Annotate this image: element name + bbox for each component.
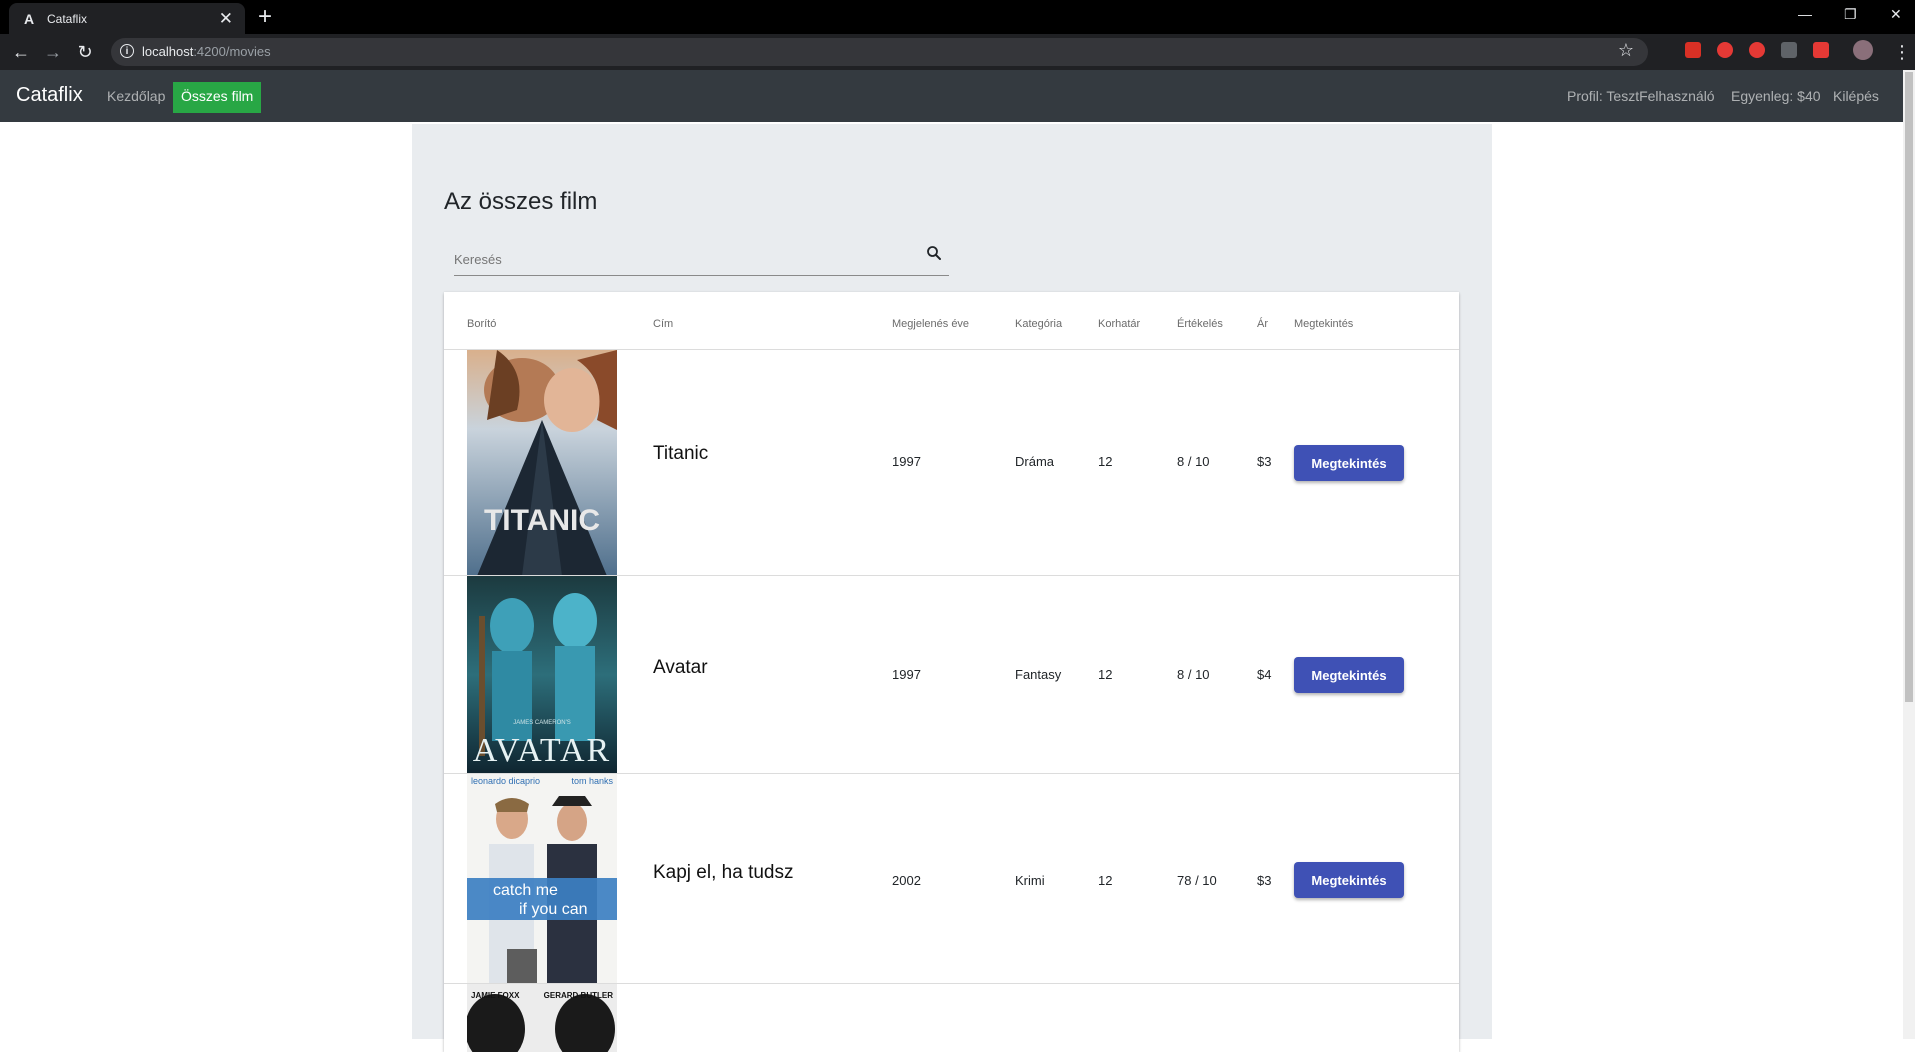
close-tab-icon[interactable]: ✕ xyxy=(219,10,233,27)
movie-year: 1997 xyxy=(892,667,921,682)
movies-table: Borító Cím Megjelenés éve Kategória Korh… xyxy=(444,292,1459,1052)
poster-actor-left: leonardo dicaprio xyxy=(471,776,540,786)
url-path: :4200/movies xyxy=(193,44,271,59)
header-category[interactable]: Kategória xyxy=(1015,318,1062,330)
header-cover[interactable]: Borító xyxy=(467,318,496,330)
header-rating[interactable]: Értékelés xyxy=(1177,318,1223,330)
watch-button[interactable]: Megtekintés xyxy=(1294,445,1404,481)
movie-category: Fantasy xyxy=(1015,667,1062,682)
url-text[interactable]: localhost:4200/movies xyxy=(142,44,271,59)
titanic-poster-image: TITANIC xyxy=(467,350,617,576)
movie-year: 1997 xyxy=(892,454,921,469)
search-icon[interactable] xyxy=(925,244,943,262)
page-title: Az összes film xyxy=(444,188,598,215)
avatar-poster-image: JAMES CAMERON'S AVATAR xyxy=(467,576,617,774)
search-input[interactable] xyxy=(454,252,914,267)
table-row: leonardo dicaprio tom hanks catch me if … xyxy=(444,773,1459,984)
address-bar[interactable]: i localhost:4200/movies ☆ xyxy=(111,38,1648,66)
catch-me-poster-image: leonardo dicaprio tom hanks catch me if … xyxy=(467,774,617,984)
avatar-poster-text: AVATAR xyxy=(473,732,611,769)
profile-avatar[interactable] xyxy=(1853,40,1873,60)
browser-tab-strip: A Cataflix ✕ + — ❐ ✕ xyxy=(0,0,1915,34)
movie-category: Krimi xyxy=(1015,873,1045,888)
angular-favicon-icon: A xyxy=(23,10,35,27)
brand-logo[interactable]: Cataflix xyxy=(16,84,83,107)
poster-actor-right: GERARD BUTLER xyxy=(544,991,614,1000)
movie-category: Dráma xyxy=(1015,454,1055,469)
movie-age-rating: 12 xyxy=(1098,454,1113,469)
titanic-poster-text: TITANIC xyxy=(484,504,600,537)
browser-tab[interactable]: A Cataflix ✕ xyxy=(9,3,245,34)
back-icon[interactable]: ← xyxy=(11,42,31,62)
movie-age-rating: 12 xyxy=(1098,873,1113,888)
table-row: JAMES CAMERON'S AVATAR Avatar 1997 Fanta… xyxy=(444,575,1459,774)
new-tab-icon[interactable]: + xyxy=(258,3,272,31)
restore-icon[interactable]: ❐ xyxy=(1844,6,1857,23)
bookmark-star-icon[interactable]: ☆ xyxy=(1618,40,1634,61)
movie-year: 2002 xyxy=(892,873,921,888)
avatar-poster-credit: JAMES CAMERON'S xyxy=(513,720,571,726)
minimize-icon[interactable]: — xyxy=(1798,6,1812,22)
browser-toolbar: ← → ↻ i localhost:4200/movies ☆ ⋮ xyxy=(0,34,1915,70)
ublock-extension-icon[interactable] xyxy=(1717,42,1733,58)
youtube-extension-icon[interactable] xyxy=(1813,42,1829,58)
poster-title-line2: if you can xyxy=(519,901,587,918)
header-price[interactable]: Ár xyxy=(1257,318,1268,330)
main-container: Az összes film Borító Cím Megjelenés éve… xyxy=(412,124,1492,1052)
tab-title: Cataflix xyxy=(47,11,88,26)
nav-logout-link[interactable]: Kilépés xyxy=(1833,88,1879,104)
search-field[interactable] xyxy=(454,246,949,276)
movie-title: Titanic xyxy=(653,443,709,464)
nav-profile-link[interactable]: Profil: TesztFelhasználó xyxy=(1567,88,1715,104)
nav-balance[interactable]: Egyenleg: $40 xyxy=(1731,88,1821,104)
movie-rating: 8 / 10 xyxy=(1177,454,1210,469)
forward-icon[interactable]: → xyxy=(43,42,63,62)
gmail-extension-icon[interactable] xyxy=(1685,42,1701,58)
watch-button[interactable]: Megtekintés xyxy=(1294,862,1404,898)
extension-icon[interactable] xyxy=(1781,42,1797,58)
movie-age-rating: 12 xyxy=(1098,667,1113,682)
site-info-icon[interactable]: i xyxy=(120,44,134,58)
header-watch[interactable]: Megtekintés xyxy=(1294,318,1353,330)
movie-title: Avatar xyxy=(653,657,708,678)
watch-button[interactable]: Megtekintés xyxy=(1294,657,1404,693)
nav-all-movies-link[interactable]: Összes film xyxy=(173,82,262,113)
table-row: JAMIE FOXX GERARD BUTLER xyxy=(444,983,1459,1052)
header-year[interactable]: Megjelenés éve xyxy=(892,318,969,330)
close-window-icon[interactable]: ✕ xyxy=(1890,6,1902,23)
movie-rating: 78 / 10 xyxy=(1177,873,1217,888)
header-age-rating[interactable]: Korhatár xyxy=(1098,318,1140,330)
header-title[interactable]: Cím xyxy=(653,318,673,330)
url-host: localhost xyxy=(142,44,194,59)
scrollbar-thumb[interactable] xyxy=(1905,72,1913,702)
movie-rating: 8 / 10 xyxy=(1177,667,1210,682)
poster-actor-left: JAMIE FOXX xyxy=(471,991,520,1000)
reload-icon[interactable]: ↻ xyxy=(75,42,95,62)
movie-title: Kapj el, ha tudsz xyxy=(653,862,794,883)
page-scrollbar[interactable] xyxy=(1903,70,1915,1039)
poster-actor-right: tom hanks xyxy=(571,776,613,786)
movie-poster-image: JAMIE FOXX GERARD BUTLER xyxy=(467,984,617,1052)
adblock-extension-icon[interactable] xyxy=(1749,42,1765,58)
app-navbar: Cataflix Kezdőlap Összes film Profil: Te… xyxy=(0,70,1903,122)
movie-price: $4 xyxy=(1257,667,1272,682)
browser-menu-icon[interactable]: ⋮ xyxy=(1893,42,1911,62)
table-row: TITANIC Titanic 1997 Dráma 12 8 / 10 $3 … xyxy=(444,349,1459,576)
nav-home-link[interactable]: Kezdőlap xyxy=(107,88,165,104)
movie-price: $3 xyxy=(1257,873,1272,888)
movie-price: $3 xyxy=(1257,454,1272,469)
poster-title-line1: catch me xyxy=(493,882,558,899)
